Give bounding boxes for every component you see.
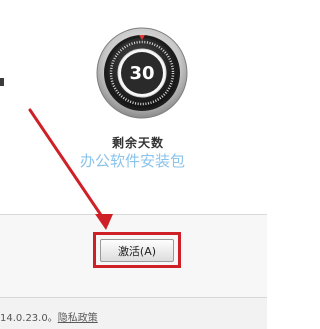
activate-button[interactable]: 激活(A) — [100, 239, 174, 262]
left-edge-marker — [0, 78, 4, 86]
watermark-text: 办公软件安装包 — [80, 152, 186, 170]
footer-text: 14.0.23.0。隐私政策 — [0, 309, 98, 324]
version-separator: 。 — [47, 313, 58, 324]
countdown-gauge: 30 — [96, 27, 188, 119]
privacy-link[interactable]: 隐私政策 — [58, 313, 98, 324]
remaining-days-label: 剩余天数 — [112, 136, 165, 150]
version-text: 14.0.23.0 — [0, 313, 48, 324]
days-value: 30 — [129, 63, 154, 84]
